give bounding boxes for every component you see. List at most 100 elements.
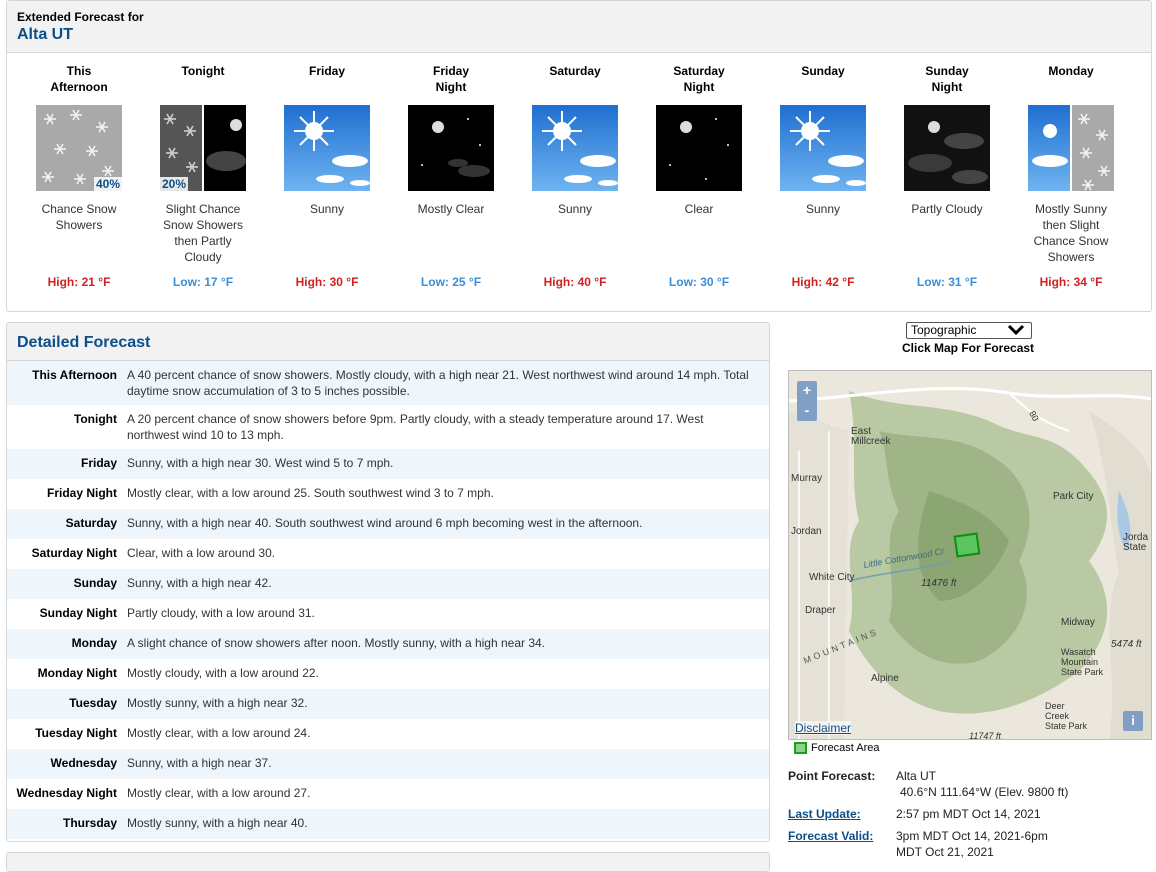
detailed-forecast-row: Tuesday Night Mostly clear, with a low ar… [7,719,769,749]
low-temp: Low: 30 °F [668,275,730,289]
point-forecast-info: Point Forecast: Alta UT 40.6°N 111.64°W … [788,768,1152,802]
forecast-period[interactable]: Saturday Night Clear Low: 30 °F [637,63,761,289]
detailed-period-text: Partly cloudy, with a low around 31. [127,606,315,620]
short-description: Mostly Sunny then Slight Chance Snow Sho… [1033,202,1109,264]
short-description: Mostly Clear [417,202,485,216]
high-temp: High: 34 °F [1039,275,1103,289]
detailed-period-text: Sunny, with a high near 40. South southw… [127,516,643,530]
forecast-period[interactable]: Friday Sunny High: 30 °F [265,63,389,289]
sunny-icon [780,105,866,191]
map-label-wasatch-mountain-state-park: Wasatch Mountain State Park [1061,647,1104,677]
detailed-period-label: Friday [80,456,117,470]
low-temp: Low: 31 °F [916,275,978,289]
detailed-period-label: Saturday Night [31,546,117,560]
map-type-select[interactable]: Topographic [906,322,1032,339]
detailed-period-text: A slight chance of snow showers after no… [127,636,546,650]
high-temp: High: 40 °F [543,275,607,289]
forecast-map[interactable]: East Millcreek Murray Park City Jordan J… [788,370,1152,740]
precip-chance: 20% [160,177,189,191]
period-name: Friday Night [432,64,469,94]
map-label-alpine: Alpine [871,673,899,684]
snow-then-partly-cloudy-night-icon: 20% [160,105,246,191]
partly-cloudy-night-icon [904,105,990,191]
detailed-period-label: Monday Night [37,666,117,680]
detailed-period-label: Tuesday [69,696,117,710]
mostly-clear-night-icon [408,105,494,191]
high-temp: High: 42 °F [791,275,855,289]
period-name: Saturday [549,64,601,78]
period-name: Monday [1048,64,1094,78]
map-legend: Forecast Area [794,742,879,754]
forecast-valid-link[interactable]: Forecast Valid: [788,828,898,844]
map-info-button[interactable]: i [1123,711,1143,731]
map-label-park-city: Park City [1053,491,1094,502]
detailed-period-text: Mostly sunny, with a high near 32. [127,696,308,710]
forecast-period[interactable]: Sunday Sunny High: 42 °F [761,63,885,289]
period-name: This Afternoon [50,64,108,94]
detailed-forecast-row: Sunday Night Partly cloudy, with a low ar… [7,599,769,629]
short-description: Chance Snow Showers [41,202,117,232]
extended-forecast-header: Extended Forecast for Alta UT [7,1,1151,53]
detailed-period-label: Wednesday Night [16,786,117,800]
detailed-forecast-row: Tonight A 20 percent chance of snow showe… [7,405,769,449]
detailed-period-text: Mostly clear, with a low around 25. Sout… [127,486,494,500]
map-label-deer-creek-state-park: Deer Creek State Park [1045,701,1088,731]
zoom-out-button[interactable]: - [797,401,817,421]
point-forecast-label: Point Forecast: [788,769,876,783]
detailed-period-label: Monday [71,636,117,650]
period-name: Sunday [801,64,845,78]
low-temp: Low: 17 °F [172,275,234,289]
period-name: Saturday Night [673,64,725,94]
sunny-then-snow-icon [1028,105,1114,191]
zoom-in-button[interactable]: + [797,381,817,401]
detailed-period-label: Sunday [73,576,117,590]
map-label-midway: Midway [1061,617,1095,628]
precip-chance: 40% [93,177,122,191]
forecast-period[interactable]: Monday Mostly Sunny then Slight Chance Sn… [1009,63,1133,289]
period-name: Sunday Night [925,64,969,94]
clear-night-icon [656,105,742,191]
extended-forecast-panel: Extended Forecast for Alta UT This After… [6,0,1152,312]
point-forecast-coords: 40.6°N 111.64°W (Elev. 9800 ft) [900,785,1069,799]
forecast-period[interactable]: Saturday Sunny High: 40 °F [513,63,637,289]
last-update-link[interactable]: Last Update: [788,806,898,822]
forecast-area-swatch [794,742,807,754]
forecast-period[interactable]: This Afternoon 40% Chance Snow Showers High… [17,63,141,289]
forecast-period[interactable]: Tonight 20% Slight Chance Snow Showers the… [141,63,265,289]
last-update-value: 2:57 pm MDT Oct 14, 2021 [896,807,1041,821]
forecast-period[interactable]: Friday Night Mostly Clear Low: 25 °F [389,63,513,289]
detailed-period-text: Sunny, with a high near 42. [127,576,272,590]
map-zoom-control: + - [797,381,817,421]
detailed-forecast-row: Tuesday Mostly sunny, with a high near 32… [7,689,769,719]
map-label-east-millcreek: East Millcreek [851,426,891,447]
detailed-forecast-row: This Afternoon A 40 percent chance of sno… [7,361,769,405]
detailed-period-label: Friday Night [46,486,117,500]
map-label-jordanelle-state: Jorda State [1123,532,1149,553]
detailed-period-text: A 20 percent chance of snow showers befo… [127,412,704,442]
detailed-forecast-row: Wednesday Sunny, with a high near 37. [7,749,769,779]
sunny-icon [532,105,618,191]
short-description: Sunny [557,202,593,216]
high-temp: High: 21 °F [47,275,111,289]
detailed-forecast-row: Monday A slight chance of snow showers af… [7,629,769,659]
map-label-elevation-5474: 5474 ft [1111,639,1142,650]
snow-showers-icon: 40% [36,105,122,191]
forecast-area-label: Forecast Area [811,742,880,754]
map-type-value: Topographic [911,323,977,337]
short-description: Slight Chance Snow Showers then Partly C… [162,202,244,264]
detailed-period-text: Mostly clear, with a low around 24. [127,726,311,740]
short-description: Sunny [805,202,841,216]
detailed-forecast-row: Friday Sunny, with a high near 30. West w… [7,449,769,479]
forecast-period[interactable]: Sunday Night Partly Cloudy Low: 31 °F [885,63,1009,289]
detailed-period-text: Mostly sunny, with a high near 40. [127,816,308,830]
detailed-forecast-row: Saturday Sunny, with a high near 40. Sout… [7,509,769,539]
map-label-white-city: White City [809,572,855,583]
detailed-forecast-row: Wednesday Night Mostly clear, with a low … [7,779,769,809]
detailed-forecast-row: Monday Night Mostly cloudy, with a low ar… [7,659,769,689]
map-disclaimer-link[interactable]: Disclaimer [795,721,852,735]
detailed-forecast-row: Thursday Mostly sunny, with a high near 4… [7,809,769,839]
detailed-period-text: Clear, with a low around 30. [127,546,276,560]
detailed-period-text: Sunny, with a high near 30. West wind 5 … [127,456,394,470]
detailed-period-label: Wednesday [50,756,117,770]
detailed-period-text: Mostly clear, with a low around 27. [127,786,311,800]
